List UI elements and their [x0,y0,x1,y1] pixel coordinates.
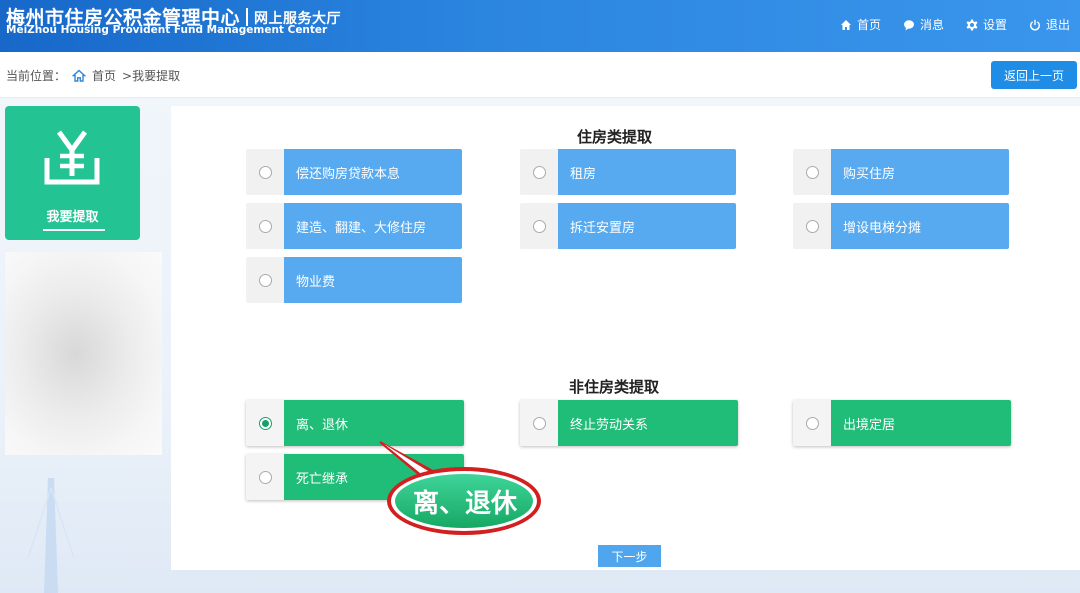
home-icon [72,69,87,82]
option-property-fee[interactable]: 物业费 [246,257,462,303]
radio-button[interactable] [805,416,819,430]
radio-button[interactable] [532,165,546,179]
nav-settings-label: 设置 [982,18,1007,32]
nav-logout[interactable]: 退出 [1029,16,1070,33]
nav-home[interactable]: 首页 [840,16,881,33]
radio-box [246,203,284,249]
radio-button[interactable] [258,165,272,179]
radio-button[interactable] [258,219,272,233]
option-label: 出境定居 [831,400,1011,446]
yen-icon [44,130,100,185]
radio-button[interactable] [805,165,819,179]
option-label: 死亡继承 [284,454,464,500]
withdraw-menu-label: 我要提取 [46,210,99,225]
radio-button[interactable] [805,219,819,233]
option-retirement[interactable]: 离、退休 [246,400,464,446]
option-build-renovate[interactable]: 建造、翻建、大修住房 [246,203,462,249]
radio-button-checked[interactable] [258,416,272,430]
radio-box [246,257,284,303]
option-label: 购买住房 [831,149,1009,195]
bridge-tower-decoration [28,478,74,593]
non-housing-section-title: 非住房类提取 [569,378,660,396]
radio-button[interactable] [258,470,272,484]
option-repay-loan[interactable]: 偿还购房贷款本息 [246,149,462,195]
blurred-side-panel [5,252,162,455]
nav-logout-label: 退出 [1045,18,1070,32]
option-terminate-employment[interactable]: 终止劳动关系 [520,400,738,446]
radio-button[interactable] [258,273,272,287]
radio-box [793,203,831,249]
radio-box [520,149,558,195]
nav-home-label: 首页 [856,18,881,32]
option-emigration[interactable]: 出境定居 [793,400,1011,446]
option-label: 物业费 [284,257,462,303]
radio-box [246,149,284,195]
option-death-inheritance[interactable]: 死亡继承 [246,454,464,500]
breadcrumb-bar: 当前位置： 首页 >我要提取 返回上一页 [0,52,1080,98]
home-icon [840,19,851,30]
radio-button[interactable] [532,416,546,430]
radio-box [793,149,831,195]
breadcrumb-prefix: 当前位置： [6,69,67,83]
radio-box [246,400,284,446]
withdraw-menu-card[interactable]: 我要提取 [5,106,140,240]
back-button[interactable]: 返回上一页 [991,61,1077,89]
gear-icon [966,19,978,30]
nav-messages-label: 消息 [919,18,944,32]
option-label: 偿还购房贷款本息 [284,149,462,195]
option-buy-house[interactable]: 购买住房 [793,149,1009,195]
app-header: 梅州市住房公积金管理中心 网上服务大厅 MeiZhou Housing Provi… [0,0,1080,52]
next-step-button[interactable]: 下一步 [598,545,661,567]
breadcrumb-current: >我要提取 [122,69,181,83]
site-english-title: MeiZhou Housing Provident Fund Managemen… [6,24,328,36]
radio-button[interactable] [532,219,546,233]
option-rent[interactable]: 租房 [520,149,736,195]
main-panel: 住房类提取 偿还购房贷款本息 租房 购买住房 建造、翻建、大修住房 拆迁安置房 … [171,106,1080,570]
option-relocation-housing[interactable]: 拆迁安置房 [520,203,736,249]
option-label: 租房 [558,149,736,195]
radio-box [246,454,284,500]
housing-section-title: 住房类提取 [577,128,653,146]
option-label: 终止劳动关系 [558,400,738,446]
option-elevator-share[interactable]: 增设电梯分摊 [793,203,1009,249]
option-label: 离、退休 [284,400,464,446]
option-label: 拆迁安置房 [558,203,736,249]
radio-box [793,400,831,446]
option-label: 增设电梯分摊 [831,203,1009,249]
option-label: 建造、翻建、大修住房 [284,203,462,249]
active-underline [43,229,105,231]
message-icon [903,19,914,30]
top-nav: 首页 消息 设置 退出 [840,16,1070,33]
breadcrumb: 当前位置： 首页 >我要提取 [6,67,180,84]
radio-box [520,203,558,249]
power-icon [1029,19,1040,31]
nav-settings[interactable]: 设置 [966,16,1007,33]
radio-box [520,400,558,446]
nav-messages[interactable]: 消息 [903,16,944,33]
breadcrumb-home-link[interactable]: 首页 [92,67,116,84]
